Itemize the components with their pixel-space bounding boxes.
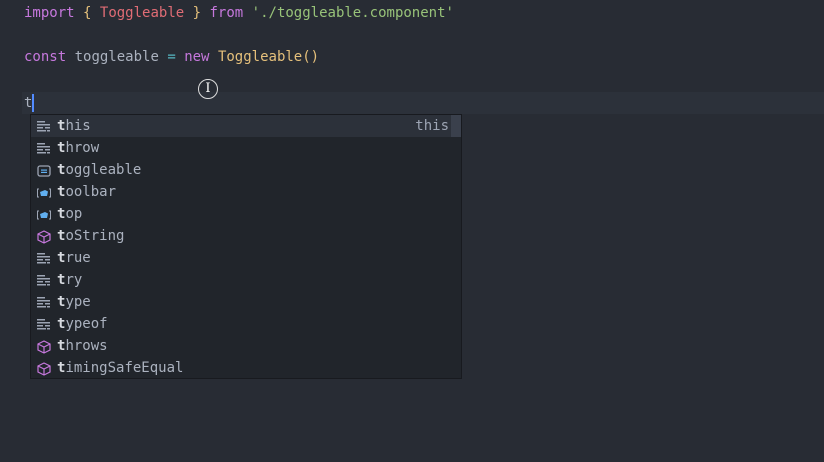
suggestion-item[interactable]: top [31,203,461,225]
suggestion-item[interactable]: this this [31,115,461,137]
brace: { [83,5,92,21]
suggestion-item[interactable]: toolbar [31,181,461,203]
keyword-icon [37,251,51,265]
method-icon [37,361,51,376]
brace: } [192,5,202,21]
keyword: const [24,49,67,65]
operator: = [167,49,176,65]
variable: toggleable [74,49,159,65]
suggestion-item[interactable]: timingSafeEqual [31,357,461,379]
suggestion-item[interactable]: try [31,269,461,291]
suggestion-label: toggleable [57,162,142,178]
keyword-icon [37,317,51,331]
method-icon [37,229,51,244]
suggestion-label: timingSafeEqual [57,360,184,376]
suggestion-item[interactable]: true [31,247,461,269]
suggestion-label: throw [57,140,100,156]
suggestion-item[interactable]: throws [31,335,461,357]
keyword: from [209,5,244,21]
autocomplete-popup[interactable]: this this throw toggleable toolbar top toStrin… [30,114,462,379]
keyword-icon [37,119,51,133]
suggestion-label: try [57,272,83,288]
field-icon [37,185,51,199]
import-name: Toggleable [99,5,185,21]
code-line-1[interactable]: import { Toggleable } from './toggleable… [24,2,454,24]
keyword: new [184,49,210,65]
suggestion-detail: this [415,118,449,134]
suggestion-label: this [57,118,91,134]
suggestion-label: typeof [57,316,108,332]
suggestion-label: toString [57,228,125,244]
keyword: import [24,5,75,21]
suggestion-item[interactable]: type [31,291,461,313]
keyword-icon [37,141,51,155]
field-icon [37,207,51,221]
suggestion-label: toolbar [57,184,117,200]
scrollbar-thumb[interactable] [451,115,461,137]
constructor: Toggleable [217,49,303,65]
keyword-icon [37,273,51,287]
ibeam-cursor-icon: I [198,79,218,99]
suggestion-item[interactable]: throw [31,137,461,159]
parens: () [302,49,320,65]
keyword-icon [37,295,51,309]
typed-text: t [24,95,33,111]
current-line-highlight [22,92,824,114]
code-line-5[interactable]: t [24,92,35,114]
suggestion-label: true [57,250,91,266]
string: './toggleable.component' [251,5,454,21]
suggestion-item[interactable]: toString [31,225,461,247]
variable-icon [37,163,51,177]
code-line-3[interactable]: const toggleable = new Toggleable() [24,46,319,68]
suggestion-label: type [57,294,91,310]
suggestion-label: throws [57,338,108,354]
method-icon [37,339,51,354]
suggestion-item[interactable]: typeof [31,313,461,335]
suggestion-item[interactable]: toggleable [31,159,461,181]
suggestion-label: top [57,206,83,222]
text-cursor [32,94,35,112]
